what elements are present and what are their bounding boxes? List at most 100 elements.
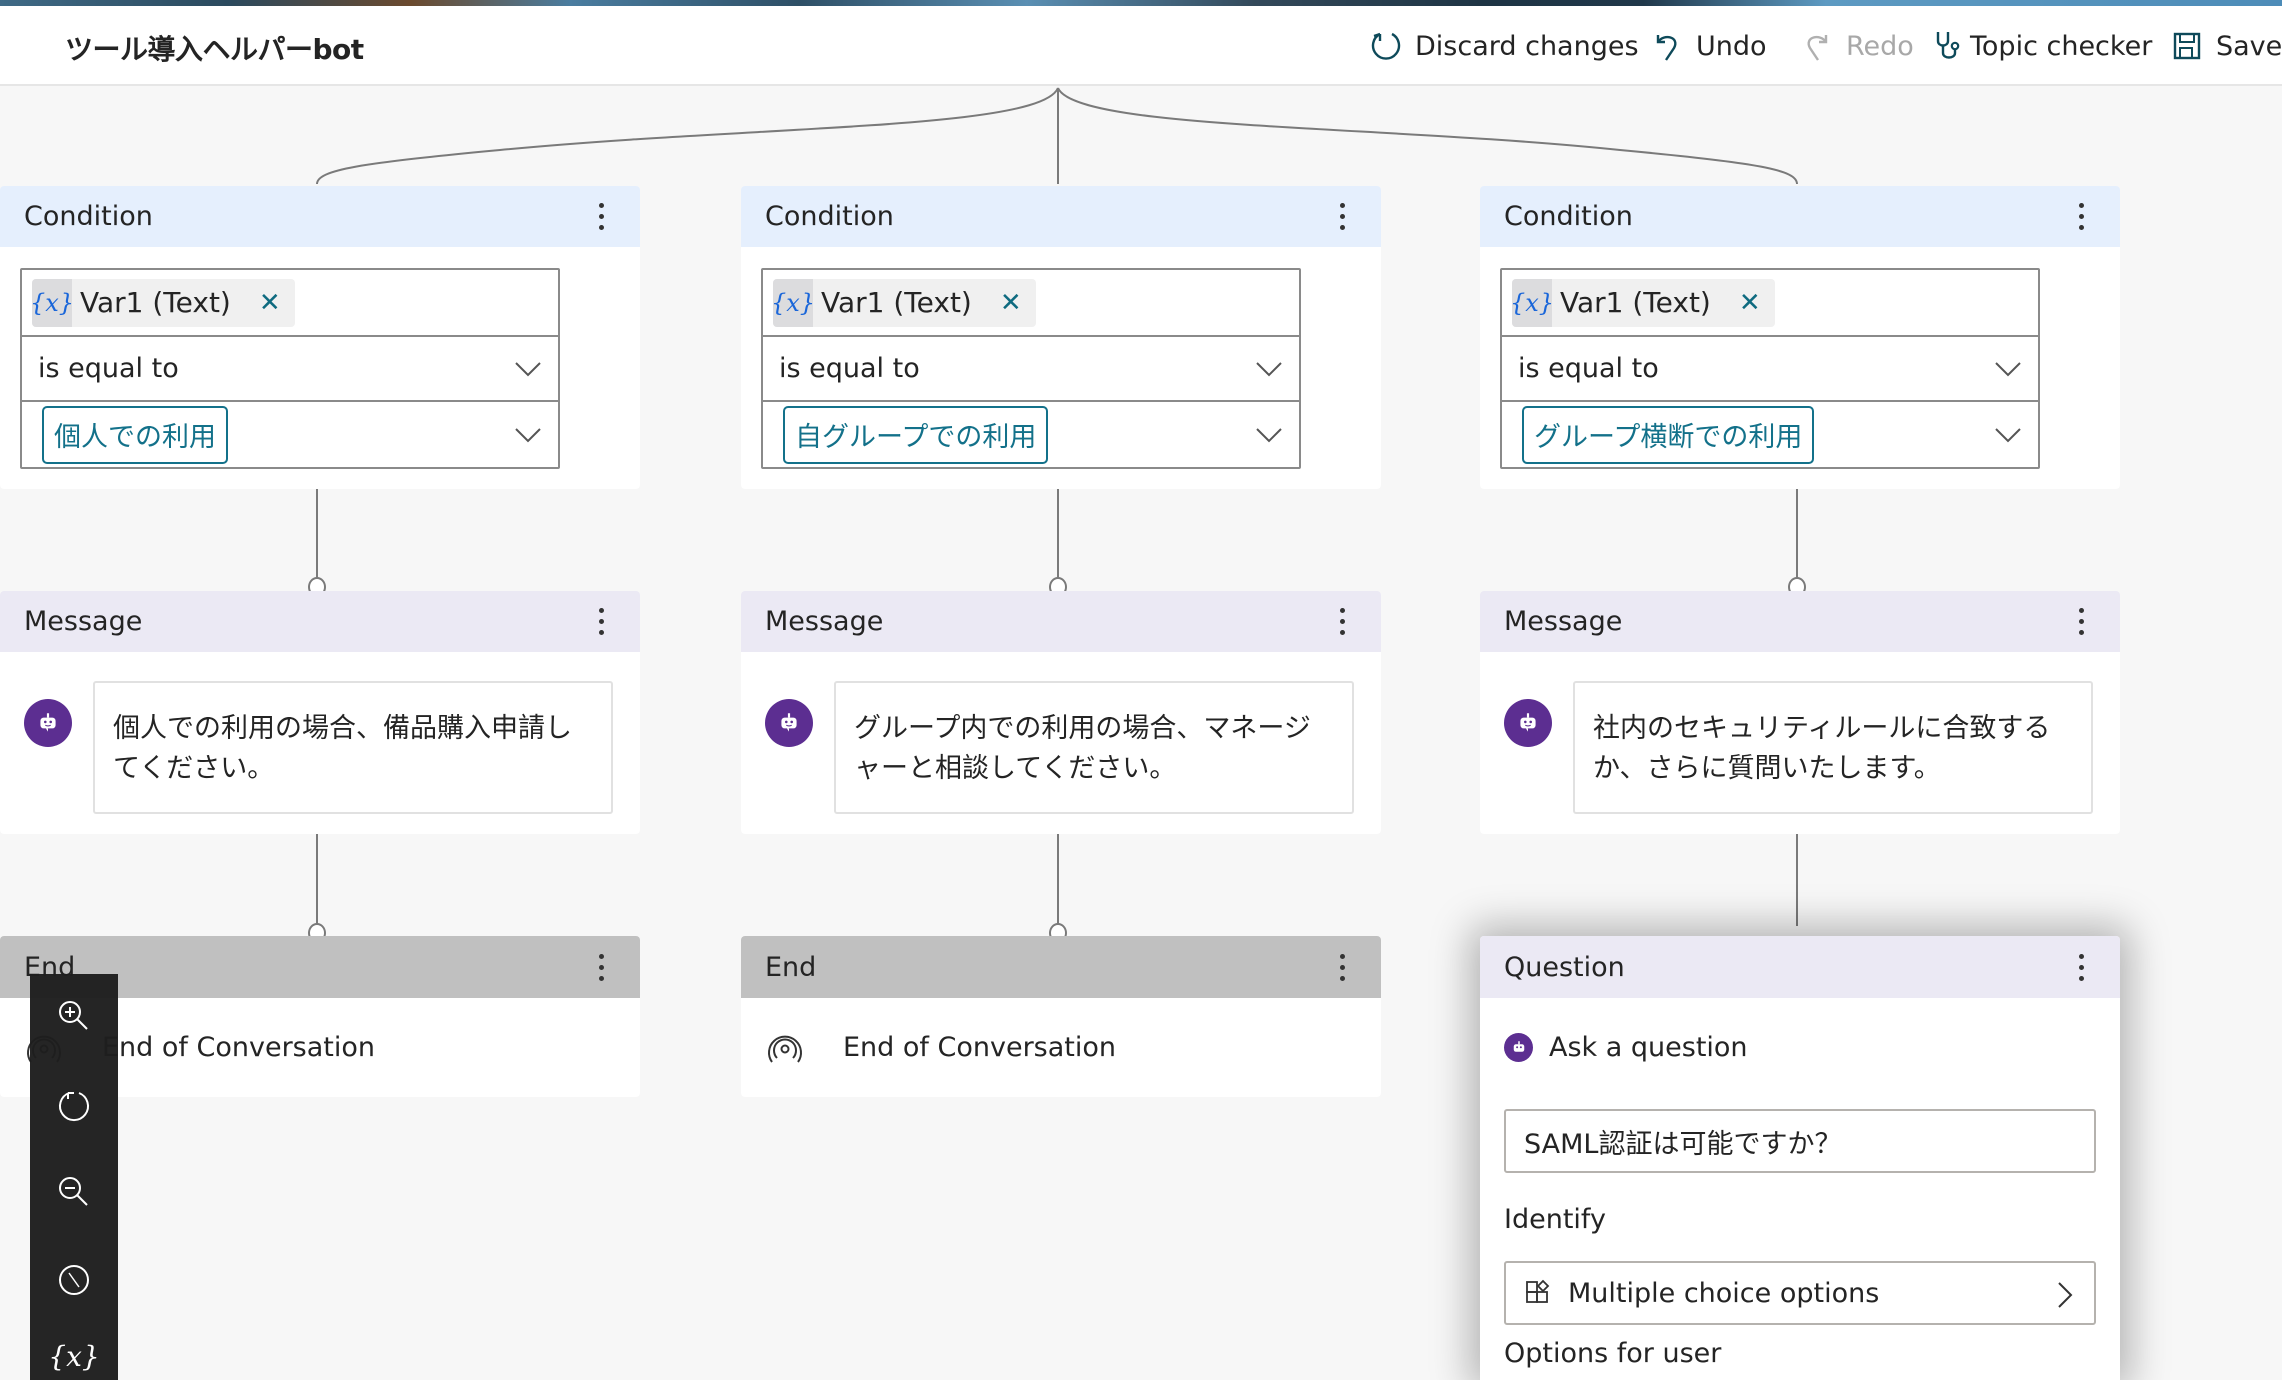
condition-title: Condition [1504,201,1633,232]
zoom-in-button[interactable] [30,986,118,1046]
compass-icon [59,1265,89,1295]
options-for-user-label: Options for user [1504,1338,1722,1369]
end-conversation-icon [768,1035,802,1063]
message-text: 個人での利用の場合、備品購入申請してください。 [113,713,572,784]
chevron-down-icon [1995,427,2021,442]
more-options-icon[interactable] [586,197,616,237]
multiple-choice-icon [1526,1279,1550,1303]
more-options-icon[interactable] [1327,602,1357,642]
end-title: End [765,951,817,983]
chevron-down-icon [515,427,541,442]
more-options-icon[interactable] [1327,197,1357,237]
condition-title: Condition [765,201,894,232]
message-card[interactable]: Message グループ内での利用の場合、マネージャーと相談してください。 [741,591,1381,834]
bot-avatar-icon [1504,699,1552,747]
message-title: Message [1504,606,1623,637]
condition-header: Condition [741,186,1381,247]
value-dropdown[interactable]: 自グループでの利用 [763,400,1299,467]
message-card[interactable]: Message 個人での利用の場合、備品購入申請してください。 [0,591,640,834]
variable-field[interactable]: {x} Var1 (Text) ✕ [1502,270,2038,335]
message-text-box[interactable]: 社内のセキュリティルールに合致するか、さらに質問いたします。 [1573,681,2093,814]
end-text: End of Conversation [102,1032,376,1063]
ask-a-question-row: Ask a question [1504,1032,1748,1063]
remove-variable-icon[interactable]: ✕ [259,288,281,318]
variables-button[interactable]: {x} [30,1326,118,1380]
end-text: End of Conversation [843,1032,1117,1063]
variable-icon: {x} [1510,278,1554,327]
remove-variable-icon[interactable]: ✕ [1000,288,1022,318]
operator-dropdown[interactable]: is equal to [22,335,558,400]
condition-card[interactable]: Condition {x} Var1 (Text) ✕ is equal to … [1480,186,2120,489]
end-body: End of Conversation [741,998,1381,1097]
variable-name: Var1 (Text) [80,286,231,319]
branch-connector-right [1057,87,1798,185]
message-title: Message [765,606,884,637]
more-options-icon[interactable] [586,947,616,987]
more-options-icon[interactable] [2066,197,2096,237]
remove-variable-icon[interactable]: ✕ [1739,288,1761,318]
chevron-down-icon [1256,361,1282,376]
more-options-icon[interactable] [2066,602,2096,642]
identify-selector[interactable]: Multiple choice options [1504,1261,2096,1325]
condition-header: Condition [0,186,640,247]
message-header: Message [0,591,640,652]
operator-value: is equal to [779,353,920,384]
end-header: End [741,936,1381,998]
chevron-down-icon [1995,361,2021,376]
variable-name: Var1 (Text) [821,286,972,319]
operator-dropdown[interactable]: is equal to [763,335,1299,400]
operator-value: is equal to [1518,353,1659,384]
bot-avatar-icon [1504,1033,1533,1062]
condition-editor: {x} Var1 (Text) ✕ is equal to グループ横断での利用 [1500,268,2040,469]
condition-editor: {x} Var1 (Text) ✕ is equal to 自グループでの利用 [761,268,1301,469]
variable-field[interactable]: {x} Var1 (Text) ✕ [763,270,1299,335]
zoom-out-icon [59,1177,88,1206]
end-card[interactable]: End End of Conversation [741,936,1381,1097]
variable-icon: {x} [771,278,815,327]
variable-chip[interactable]: {x} Var1 (Text) ✕ [30,278,295,327]
variable-chip[interactable]: {x} Var1 (Text) ✕ [771,278,1036,327]
message-card[interactable]: Message 社内のセキュリティルールに合致するか、さらに質問いたします。 [1480,591,2120,834]
variable-field[interactable]: {x} Var1 (Text) ✕ [22,270,558,335]
question-text: SAML認証は可能ですか？ [1524,1128,1842,1160]
message-text-box[interactable]: グループ内での利用の場合、マネージャーと相談してください。 [834,681,1354,814]
identify-value: Multiple choice options [1568,1277,1880,1309]
message-text: グループ内での利用の場合、マネージャーと相談してください。 [854,713,1311,784]
chevron-right-icon [2058,1282,2073,1308]
branch-connector-left [316,87,1059,185]
variable-icon: {x} [30,278,74,327]
question-header: Question [1480,936,2120,998]
more-options-icon[interactable] [1327,947,1357,987]
zoom-out-button[interactable] [30,1162,118,1222]
more-options-icon[interactable] [586,602,616,642]
question-text-input[interactable]: SAML認証は可能ですか？ [1504,1109,2096,1173]
bot-avatar-icon [765,699,813,747]
question-title: Question [1504,951,1625,983]
question-body: Ask a question SAML認証は可能ですか？ Identify Mu… [1480,998,2120,1380]
value-dropdown[interactable]: 個人での利用 [22,400,558,467]
more-options-icon[interactable] [2066,947,2096,987]
condition-editor: {x} Var1 (Text) ✕ is equal to 個人での利用 [20,268,560,469]
zoom-in-icon [59,1001,88,1030]
message-header: Message [1480,591,2120,652]
condition-card[interactable]: Condition {x} Var1 (Text) ✕ is equal to … [741,186,1381,489]
message-text-box[interactable]: 個人での利用の場合、備品購入申請してください。 [93,681,613,814]
value-tag: 自グループでの利用 [783,405,1049,464]
condition-title: Condition [24,201,153,232]
operator-value: is equal to [38,353,179,384]
variable-chip[interactable]: {x} Var1 (Text) ✕ [1510,278,1775,327]
reset-view-button[interactable] [30,1075,118,1135]
condition-header: Condition [1480,186,2120,247]
chevron-down-icon [1256,427,1282,442]
ask-label: Ask a question [1549,1032,1748,1063]
value-dropdown[interactable]: グループ横断での利用 [1502,400,2038,467]
condition-card[interactable]: Condition {x} Var1 (Text) ✕ is equal to … [0,186,640,489]
operator-dropdown[interactable]: is equal to [1502,335,2038,400]
navigator-button[interactable] [30,1250,118,1310]
value-tag: グループ横断での利用 [1522,405,1815,464]
variables-icon: {x} [48,1339,100,1373]
message-text: 社内のセキュリティルールに合致するか、さらに質問いたします。 [1593,713,2051,784]
message-header: Message [741,591,1381,652]
question-card[interactable]: Question Ask a question SAML認証は可能ですか？ Id… [1480,936,2120,1380]
variable-name: Var1 (Text) [1560,286,1711,319]
